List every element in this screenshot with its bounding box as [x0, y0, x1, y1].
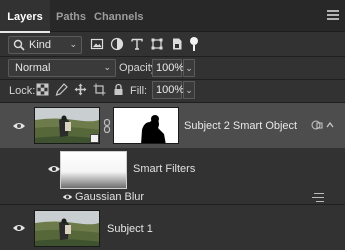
opacity-input[interactable]: 100%: [152, 59, 184, 77]
divider: [0, 79, 345, 80]
lock-all-icon[interactable]: [112, 83, 125, 96]
panel-menu-icon[interactable]: [327, 10, 339, 20]
filter-blending-options-icon[interactable]: [312, 193, 324, 202]
filter-kind-label: Kind: [29, 39, 52, 51]
opacity-dropdown-button[interactable]: ⌄: [183, 59, 195, 77]
layer-mask-thumbnail[interactable]: [113, 107, 179, 144]
chevron-down-icon: ⌄: [103, 62, 111, 72]
tab-layers[interactable]: Layers: [0, 0, 50, 33]
layer-row-subject-1[interactable]: Subject 1: [0, 205, 345, 250]
filter-kind-select[interactable]: Kind ⌄: [8, 36, 82, 54]
layer-name[interactable]: Subject 2 Smart Object: [184, 120, 297, 132]
layer-row-subject-2-smart-object[interactable]: Subject 2 Smart Object: [0, 103, 345, 148]
fill-dropdown-button[interactable]: ⌄: [183, 81, 195, 99]
smart-object-filter-icon[interactable]: [170, 37, 184, 51]
lock-image-pixels-icon[interactable]: [55, 83, 68, 96]
chevron-down-icon: ⌄: [69, 39, 77, 49]
fill-label: Fill:: [130, 85, 148, 97]
tab-channels[interactable]: Channels: [94, 0, 144, 32]
layer-name[interactable]: Subject 1: [107, 223, 153, 235]
search-icon: [13, 39, 25, 51]
panel-tab-bar: Layers Paths Channels: [0, 0, 345, 33]
landscape-person-thumbnail: [35, 211, 99, 246]
collapse-filters-icon[interactable]: [326, 122, 334, 128]
blend-mode-select[interactable]: Normal ⌄: [8, 59, 116, 77]
lock-position-icon[interactable]: [74, 83, 87, 96]
gaussian-blur-filter-label[interactable]: Gaussian Blur: [75, 191, 144, 203]
lock-transparent-pixels-icon[interactable]: [36, 83, 49, 96]
smart-object-indicator-icon: [311, 120, 323, 130]
visibility-eye-icon[interactable]: [12, 121, 26, 131]
layer-thumbnail: [34, 210, 100, 247]
divider: [0, 56, 345, 57]
adjustment-layer-filter-icon[interactable]: [110, 37, 124, 51]
lock-label: Lock:: [9, 85, 36, 97]
visibility-eye-icon[interactable]: [62, 193, 73, 201]
lock-artboard-icon[interactable]: [93, 83, 106, 96]
filter-toggle-icon[interactable]: [190, 37, 198, 51]
type-layer-filter-icon[interactable]: [130, 37, 144, 51]
visibility-eye-icon[interactable]: [47, 164, 61, 174]
mask-silhouette: [141, 115, 166, 143]
smart-filters-row[interactable]: Smart Filters Gaussian Blur: [0, 148, 345, 204]
tab-paths[interactable]: Paths: [56, 0, 86, 32]
smart-object-badge-icon: [90, 134, 99, 143]
smart-filter-mask-thumbnail[interactable]: [60, 151, 127, 189]
chain-link-icon[interactable]: [103, 119, 111, 133]
blend-mode-label: Normal: [15, 62, 51, 74]
visibility-eye-icon[interactable]: [12, 223, 26, 233]
pixel-layer-filter-icon[interactable]: [90, 37, 104, 51]
shape-layer-filter-icon[interactable]: [150, 37, 164, 51]
fill-input[interactable]: 100%: [152, 81, 184, 99]
smart-filters-label: Smart Filters: [133, 163, 196, 175]
